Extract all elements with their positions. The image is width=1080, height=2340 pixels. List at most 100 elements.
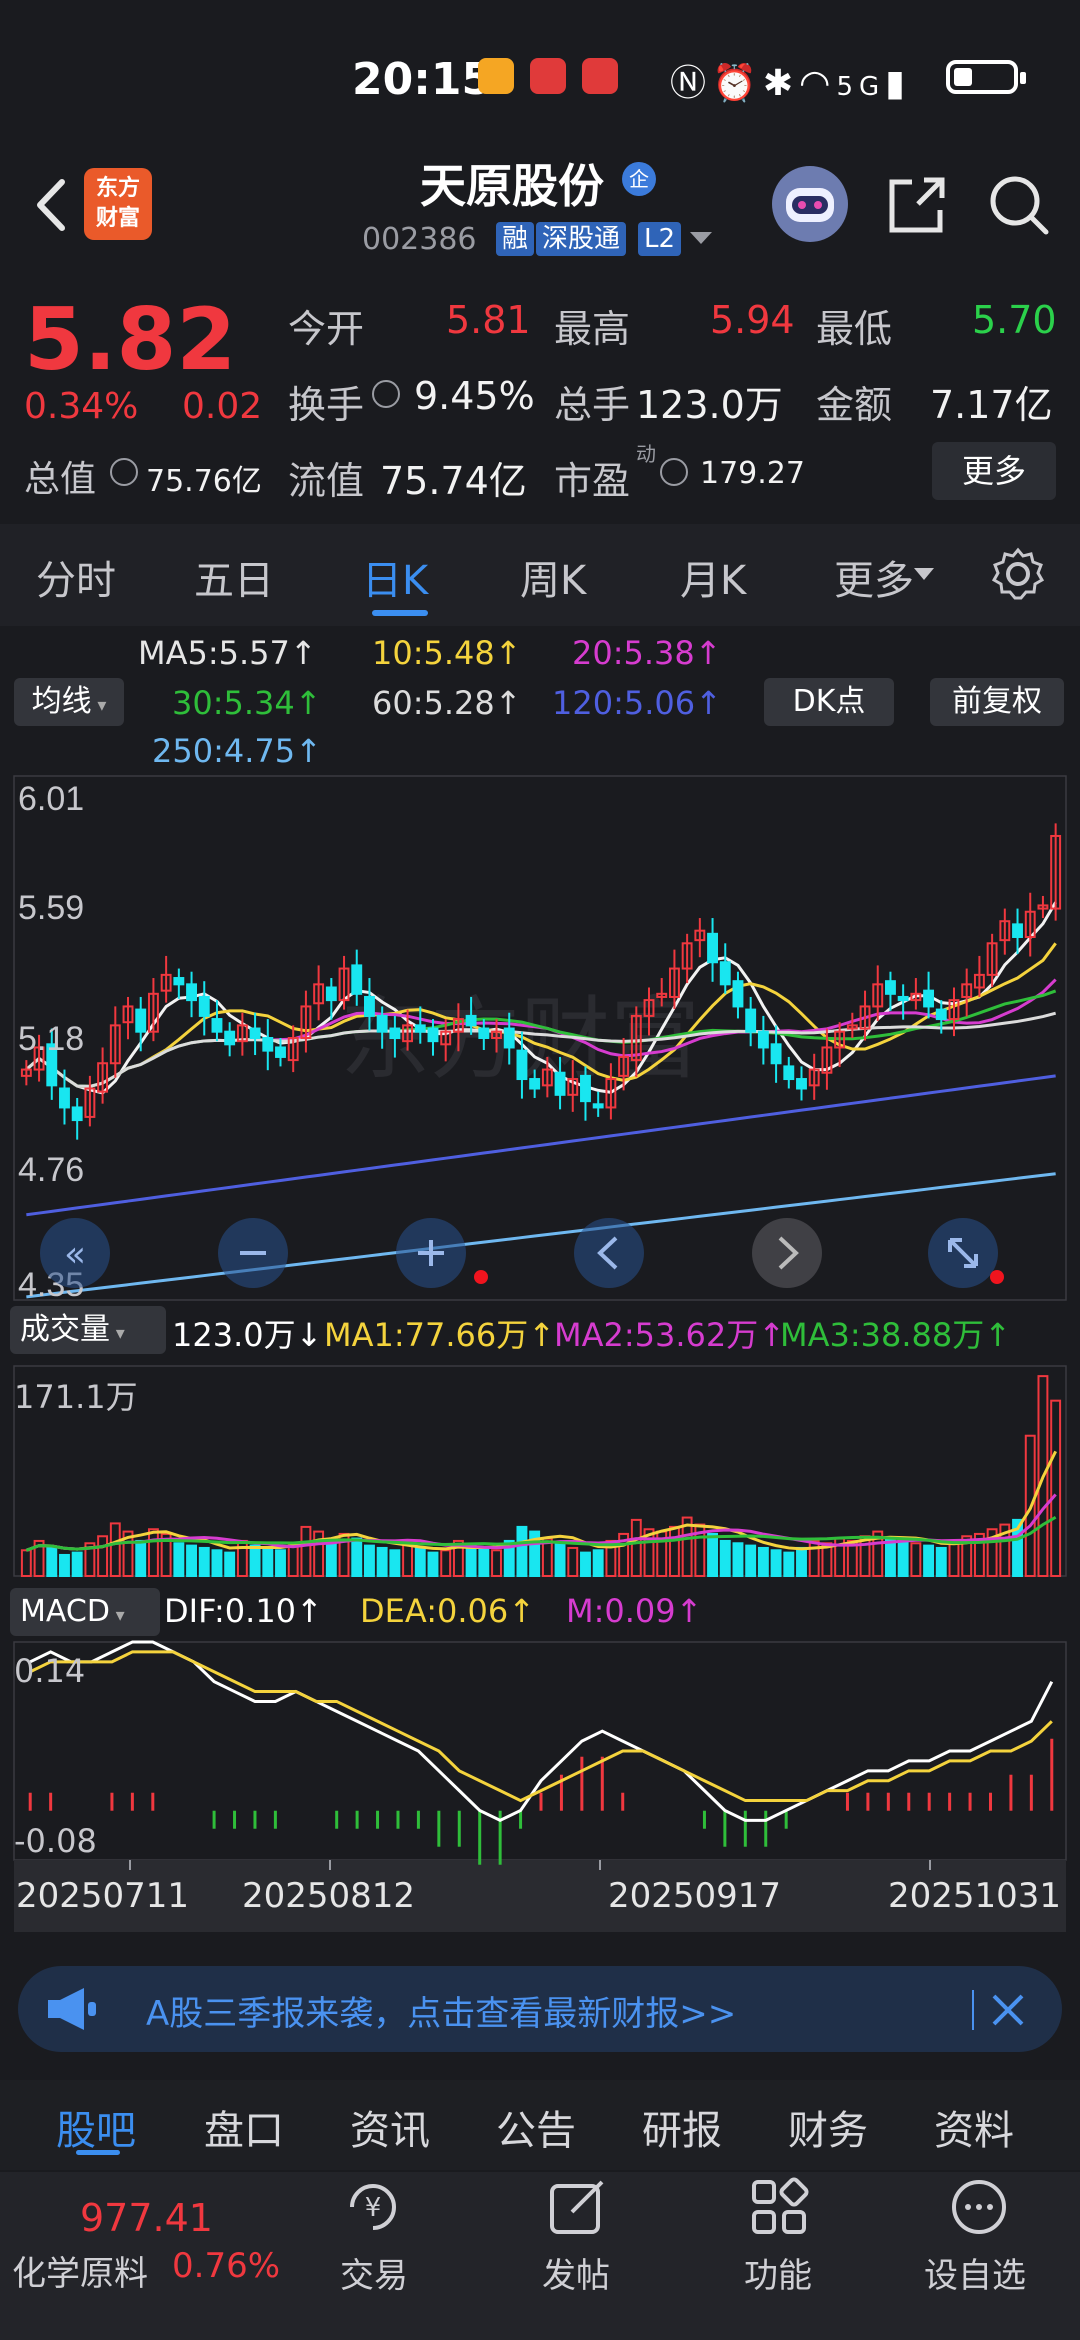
candle-body-15 (211, 1018, 223, 1033)
volume-bar-68 (885, 1537, 896, 1577)
huawei-notification-icon (530, 58, 566, 94)
ma5-legend: MA5:5.57↑ (138, 634, 317, 672)
volume-ma-lines (25, 1450, 1057, 1552)
volume-bar-4 (71, 1551, 83, 1578)
function-grid-icon[interactable] (748, 2176, 810, 2238)
close-icon[interactable] (990, 1992, 1026, 2028)
more-caret-icon[interactable] (914, 568, 934, 582)
candle-body-44 (580, 1074, 591, 1103)
macd-bottom-label: -0.08 (14, 1822, 97, 1860)
float-value-label: 流值 (288, 459, 365, 503)
back-arrow-icon[interactable] (22, 170, 82, 240)
candle-body-32 (427, 1027, 439, 1043)
change-amount: 0.02 (182, 386, 263, 427)
nav-add-watchlist[interactable]: 设自选 (924, 2248, 1026, 2297)
candle-body-68 (885, 980, 896, 995)
adjust-price-button[interactable]: 前复权 (930, 678, 1064, 726)
zoom-out-button[interactable] (218, 1218, 288, 1288)
total-value: 75.76亿 (146, 464, 262, 499)
volume-bar-42 (554, 1542, 566, 1578)
high-label: 最高 (554, 307, 631, 351)
sector-name[interactable]: 化学原料 (12, 2246, 148, 2295)
low-label: 最低 (816, 307, 893, 351)
tab-profile[interactable]: 资料 (934, 2098, 1014, 2156)
tab-month-k[interactable]: 月K (680, 548, 746, 606)
scroll-left-button[interactable] (574, 1218, 644, 1288)
candle-body-14 (198, 995, 210, 1017)
red-dot (474, 1270, 488, 1284)
trade-icon[interactable]: ¥ (342, 2176, 404, 2238)
fullscreen-button[interactable] (928, 1218, 998, 1288)
change-percent: 0.34% (24, 386, 139, 427)
volume-selector[interactable]: 成交量 ▾ (10, 1306, 166, 1354)
dk-point-button[interactable]: DK点 (764, 678, 894, 726)
volume-current: 123.0万↓ (172, 1316, 323, 1354)
amount-label: 金额 (816, 383, 893, 427)
ma-selector[interactable]: 均线 ▾ (14, 678, 124, 726)
volume-bar-44 (580, 1551, 591, 1578)
nav-post[interactable]: 发帖 (542, 2248, 610, 2297)
tab-pankou[interactable]: 盘口 (204, 2098, 284, 2156)
volume-bar-12 (173, 1542, 185, 1578)
candle-body-60 (783, 1065, 795, 1081)
ma120-legend: 120:5.06↑ (552, 684, 722, 722)
volume-bar-43 (567, 1546, 579, 1577)
more-quote-button[interactable]: 更多 (932, 442, 1056, 500)
tab-day-k[interactable]: 日K (362, 548, 428, 606)
ai-assistant-icon[interactable] (772, 166, 848, 242)
app-notification-icon (478, 58, 514, 94)
info-icon-3[interactable] (660, 458, 688, 486)
search-icon[interactable] (984, 170, 1054, 240)
dea-line (29, 1650, 1053, 1803)
volume-bar-2 (46, 1545, 58, 1578)
open-value: 5.81 (446, 298, 531, 342)
banner-divider (972, 1990, 974, 2030)
volume-bar-66 (859, 1535, 871, 1577)
volume-bar-35 (465, 1544, 477, 1577)
post-icon[interactable] (546, 2176, 608, 2238)
share-icon[interactable] (882, 170, 952, 240)
turnover-value: 9.45% (414, 374, 535, 418)
app-logo[interactable]: 东方财富 (84, 168, 152, 240)
volume-bars (20, 1375, 1062, 1578)
candle-body-40 (529, 1078, 541, 1090)
tab-underline (372, 610, 428, 616)
settings-gear-icon[interactable] (990, 546, 1046, 602)
tab-week-k[interactable]: 周K (520, 548, 586, 606)
ma60-legend: 60:5.28↑ (372, 684, 522, 722)
tab-research[interactable]: 研报 (642, 2098, 722, 2156)
info-icon-2[interactable] (110, 458, 138, 486)
price-axis-label-2: 5.18 (18, 1020, 84, 1058)
tab-announcement[interactable]: 公告 (496, 2098, 576, 2156)
zoom-out-far-button[interactable]: « (40, 1218, 110, 1288)
volume-bar-70 (910, 1542, 922, 1578)
tab-guba[interactable]: 股吧 (56, 2098, 136, 2156)
status-time: 20:15 (352, 54, 493, 105)
kline-chart[interactable]: 东方财富 6.015.595.184.764.35 (0, 770, 1080, 1950)
scroll-right-button[interactable] (752, 1218, 822, 1288)
nav-function[interactable]: 功能 (744, 2248, 812, 2297)
date-label-1: 20250711 (16, 1876, 190, 1916)
network-label: 5G (836, 72, 886, 102)
macd-selector[interactable]: MACD ▾ (10, 1588, 160, 1636)
info-icon[interactable] (372, 380, 400, 408)
volume-bar-32 (427, 1551, 439, 1578)
volume-max-label: 171.1万 (14, 1378, 138, 1416)
tab-intraday[interactable]: 分时 (36, 548, 116, 606)
stock-name[interactable]: 天原股份 (420, 150, 604, 216)
tab-more[interactable]: 更多 (834, 548, 914, 606)
candle-body-39 (516, 1049, 528, 1081)
tab-finance[interactable]: 财务 (788, 2098, 868, 2156)
zoom-in-button[interactable] (396, 1218, 466, 1288)
price-axis-label-3: 4.76 (18, 1151, 84, 1189)
sector-index-value[interactable]: 977.41 (80, 2196, 213, 2240)
tab-five-day[interactable]: 五日 (194, 548, 274, 606)
dropdown-caret-icon[interactable] (690, 232, 712, 246)
candle-body-18 (249, 1027, 261, 1039)
tab-news[interactable]: 资讯 (350, 2098, 430, 2156)
watchlist-icon[interactable] (948, 2176, 1010, 2238)
pe-dynamic-mark: 动 (636, 442, 656, 466)
banner-text[interactable]: A股三季报来袭，点击查看最新财报>> (146, 1986, 736, 2035)
nav-trade[interactable]: 交易 (340, 2248, 408, 2297)
candle-body-24 (325, 986, 337, 1002)
